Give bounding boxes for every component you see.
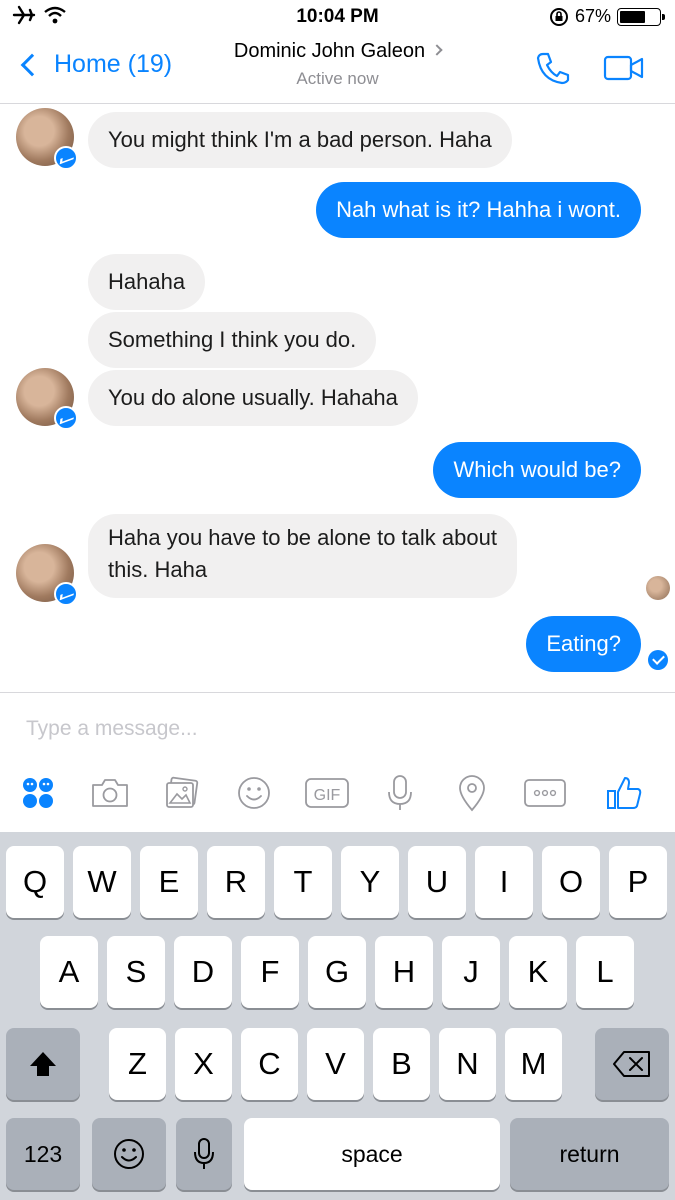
microphone-icon xyxy=(388,775,412,810)
message-input[interactable]: Type a message... xyxy=(26,717,198,741)
key-i[interactable]: I xyxy=(475,846,533,918)
conversation-header: Home (19) Dominic John Galeon Active now xyxy=(0,36,675,104)
gallery-button[interactable] xyxy=(160,771,204,815)
key-l[interactable]: L xyxy=(576,936,634,1008)
gif-button[interactable]: GIF xyxy=(304,771,350,815)
key-u[interactable]: U xyxy=(408,846,466,918)
key-t[interactable]: T xyxy=(274,846,332,918)
key-d[interactable]: D xyxy=(174,936,232,1008)
key-q[interactable]: Q xyxy=(6,846,64,918)
key-o[interactable]: O xyxy=(542,846,600,918)
key-m[interactable]: M xyxy=(505,1028,562,1100)
location-button[interactable] xyxy=(450,771,494,815)
seen-avatar xyxy=(646,576,670,600)
voice-button[interactable] xyxy=(378,771,422,815)
message-outgoing[interactable]: Eating? xyxy=(526,616,641,672)
message-thread[interactable]: You might think I'm a bad person. Haha N… xyxy=(0,104,675,692)
message-outgoing[interactable]: Nah what is it? Hahha i wont. xyxy=(316,182,641,238)
key-c[interactable]: C xyxy=(241,1028,298,1100)
message-incoming[interactable]: Something I think you do. xyxy=(88,312,377,368)
like-button[interactable] xyxy=(602,771,646,815)
emoji-icon xyxy=(114,1139,144,1169)
key-h[interactable]: H xyxy=(375,936,433,1008)
key-p[interactable]: P xyxy=(609,846,667,918)
more-icon xyxy=(524,779,566,807)
microphone-icon xyxy=(194,1138,214,1169)
like-icon xyxy=(607,777,642,809)
key-r[interactable]: R xyxy=(207,846,265,918)
avatar[interactable] xyxy=(16,544,78,606)
status-right: 67% xyxy=(549,6,665,27)
battery-icon xyxy=(617,7,665,26)
message-incoming[interactable]: You might think I'm a bad person. Haha xyxy=(88,112,512,168)
numbers-key[interactable]: 123 xyxy=(6,1118,80,1190)
backspace-key[interactable] xyxy=(595,1028,669,1100)
stickers-icon xyxy=(23,778,53,808)
key-s[interactable]: S xyxy=(107,936,165,1008)
gif-icon: GIF xyxy=(305,778,349,808)
key-x[interactable]: X xyxy=(175,1028,232,1100)
key-e[interactable]: E xyxy=(140,846,198,918)
dictation-key[interactable] xyxy=(176,1118,232,1190)
messenger-badge-icon xyxy=(54,146,78,170)
rotation-lock-icon xyxy=(549,7,568,26)
return-key[interactable]: return xyxy=(510,1118,669,1190)
message-incoming[interactable]: You do alone usually. Hahaha xyxy=(88,370,418,426)
key-a[interactable]: A xyxy=(40,936,98,1008)
gallery-icon xyxy=(166,776,199,808)
stickers-button[interactable] xyxy=(16,771,60,815)
battery-fill xyxy=(620,10,646,23)
key-n[interactable]: N xyxy=(439,1028,496,1100)
key-f[interactable]: F xyxy=(241,936,299,1008)
contact-name: Dominic John Galeon xyxy=(233,40,426,62)
battery-percent: 67% xyxy=(574,6,611,26)
message-outgoing[interactable]: Which would be? xyxy=(433,442,641,498)
delivered-check-icon xyxy=(648,650,668,670)
status-bar: 10:04 PM 67% xyxy=(0,0,675,36)
space-key[interactable]: space xyxy=(244,1118,500,1190)
messenger-badge-icon xyxy=(54,582,78,606)
key-z[interactable]: Z xyxy=(109,1028,166,1100)
chevron-right-icon xyxy=(431,44,443,56)
messenger-badge-icon xyxy=(54,406,78,430)
emoji-icon xyxy=(238,777,270,809)
backspace-icon xyxy=(613,1051,650,1077)
key-j[interactable]: J xyxy=(442,936,500,1008)
emoji-key[interactable] xyxy=(92,1118,166,1190)
avatar[interactable] xyxy=(16,108,78,170)
composer-toolbar: GIF xyxy=(0,771,675,815)
key-v[interactable]: V xyxy=(307,1028,364,1100)
key-y[interactable]: Y xyxy=(341,846,399,918)
shift-key[interactable] xyxy=(6,1028,80,1100)
camera-icon xyxy=(92,779,128,807)
message-incoming[interactable]: Haha you have to be alone to talk about … xyxy=(88,514,517,598)
camera-button[interactable] xyxy=(88,771,132,815)
key-b[interactable]: B xyxy=(373,1028,430,1100)
video-call-icon[interactable] xyxy=(603,54,645,82)
message-line: Haha you have to be alone to talk about xyxy=(108,525,497,550)
location-icon xyxy=(459,775,485,812)
message-incoming[interactable]: Hahaha xyxy=(88,254,206,310)
message-line: this. Haha xyxy=(108,557,208,582)
emoji-button[interactable] xyxy=(232,771,276,815)
more-button[interactable] xyxy=(522,771,568,815)
key-w[interactable]: W xyxy=(73,846,131,918)
composer: Type a message... GIF xyxy=(0,692,675,832)
keyboard: QWERTYUIOP ASDFGHJKL ZXCVBNM 123 space r… xyxy=(0,832,675,1200)
avatar[interactable] xyxy=(16,368,78,430)
shift-icon xyxy=(30,1052,56,1076)
key-g[interactable]: G xyxy=(308,936,366,1008)
key-k[interactable]: K xyxy=(509,936,567,1008)
phone-icon[interactable] xyxy=(535,50,571,86)
gif-label: GIF xyxy=(314,787,341,804)
